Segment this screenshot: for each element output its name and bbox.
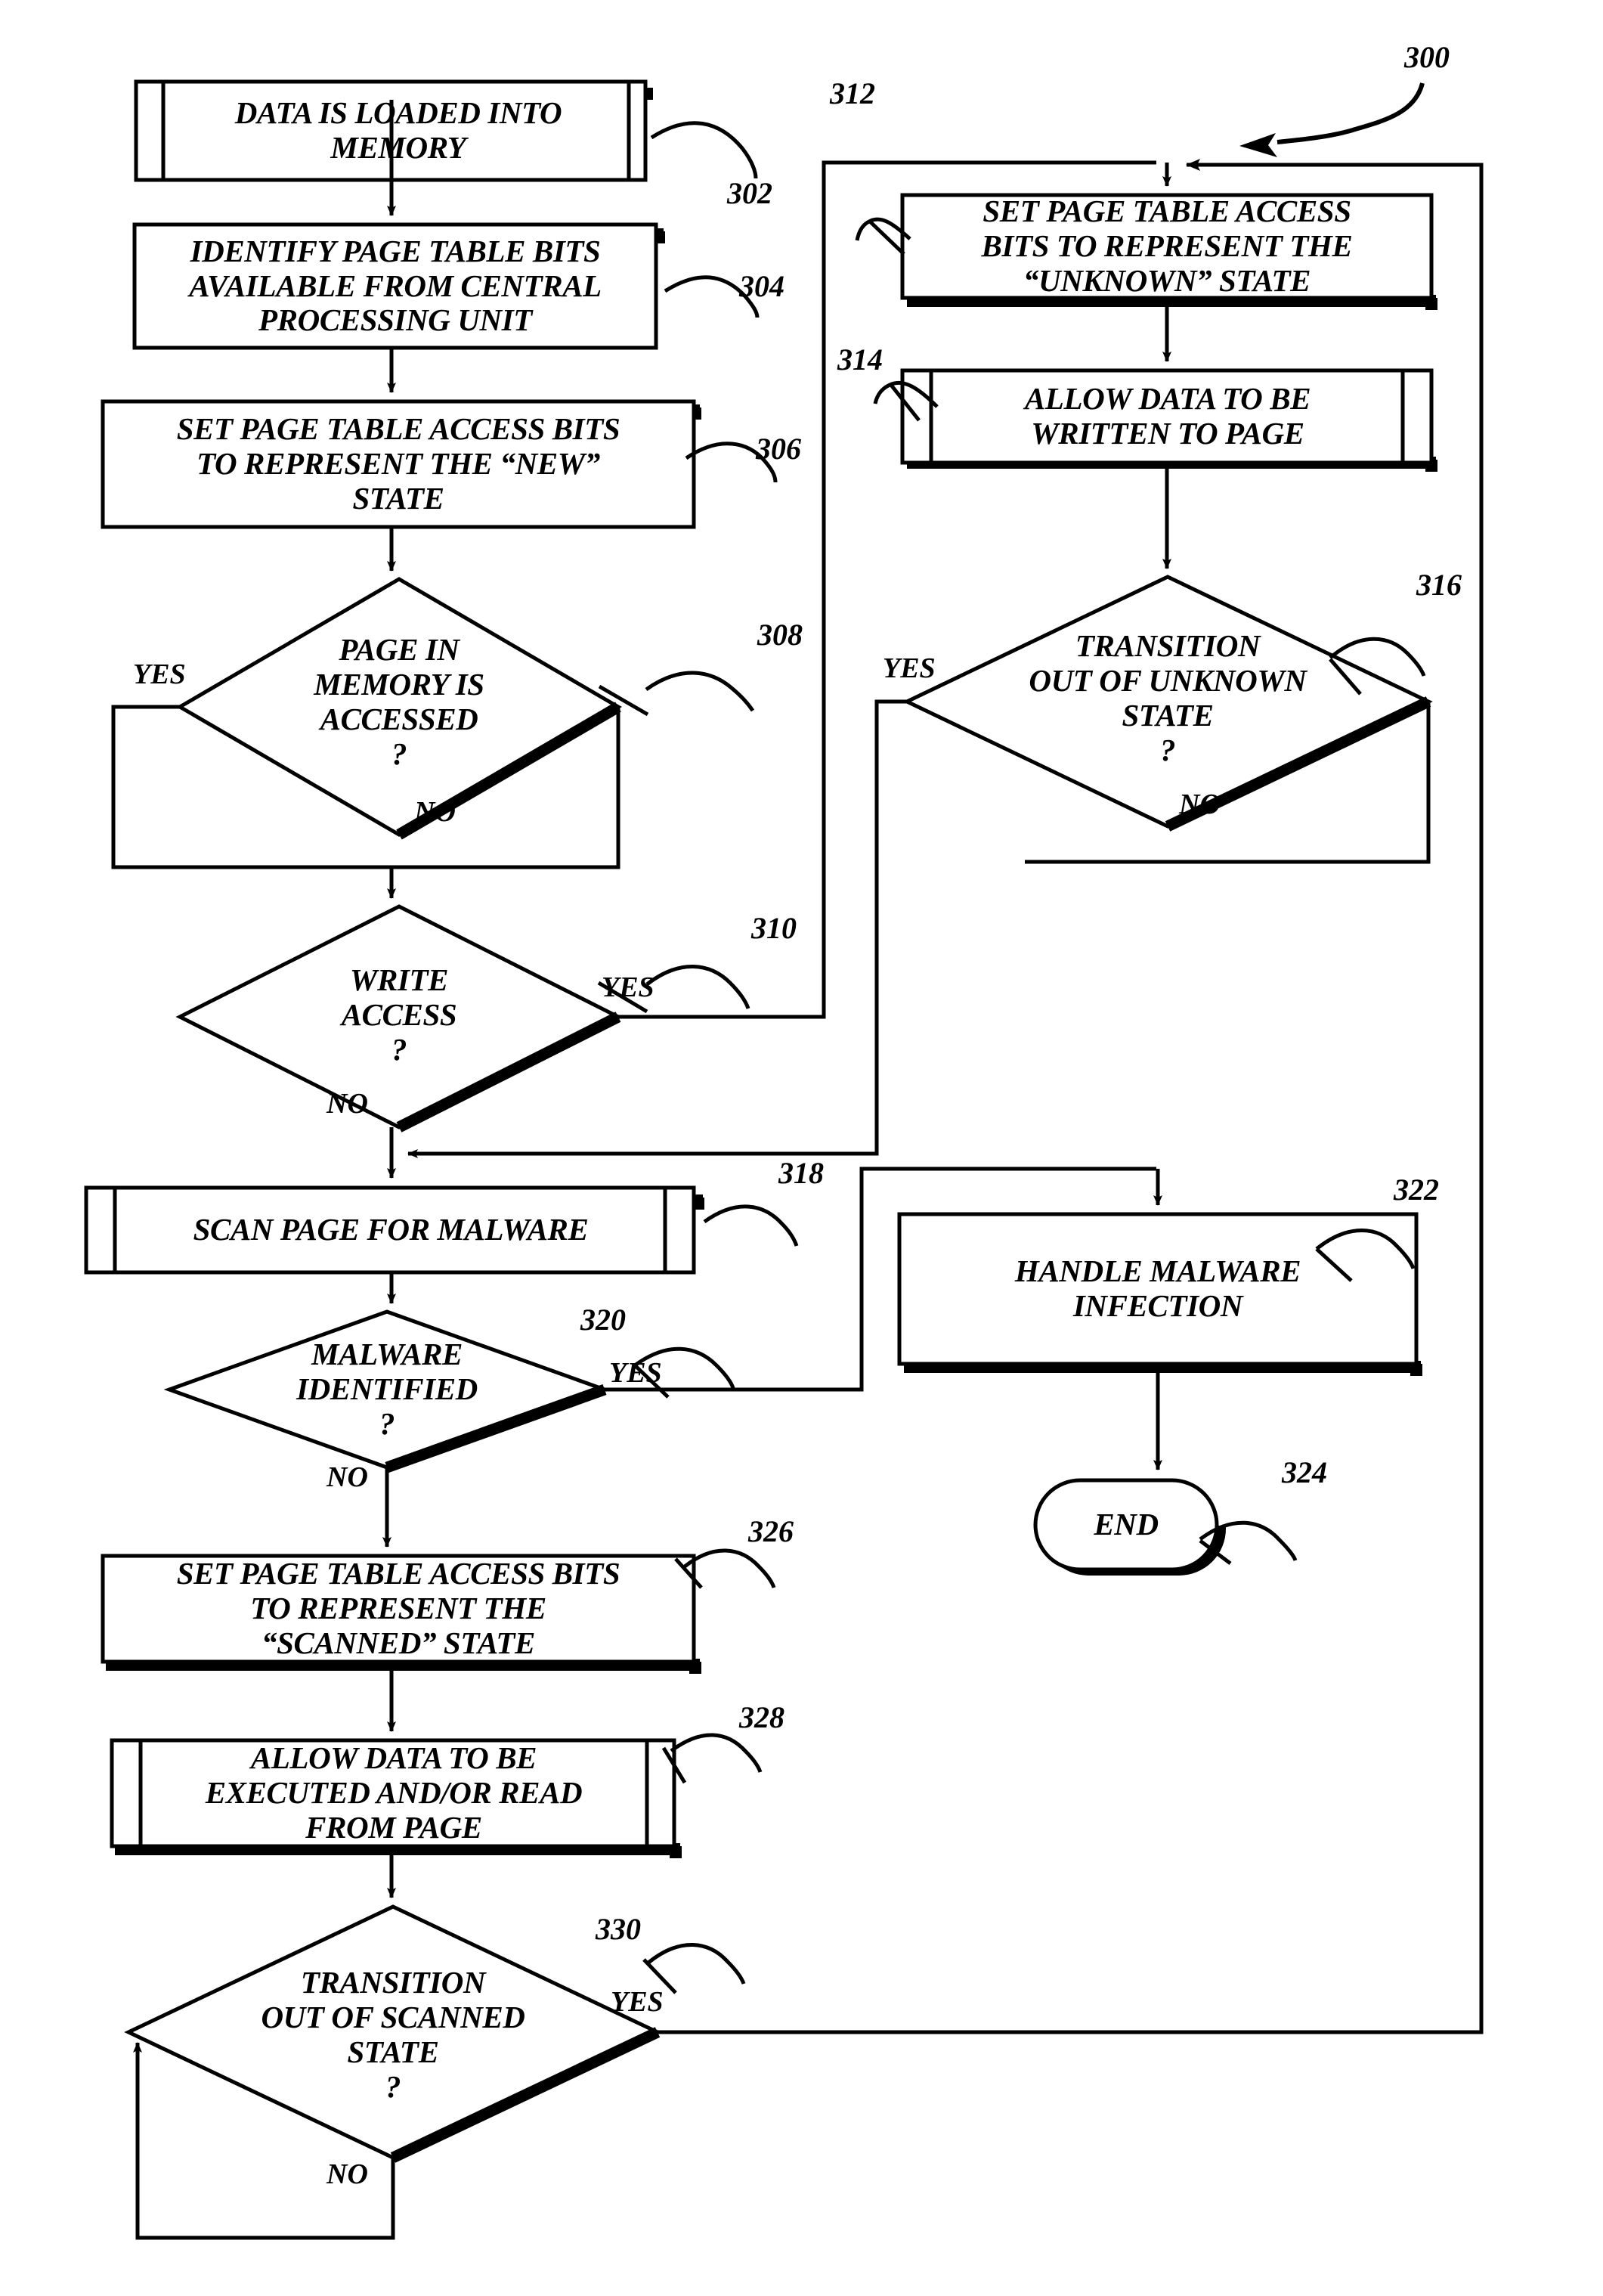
ref-numeral-320: 320	[580, 1303, 626, 1337]
figure-lead-line	[1277, 82, 1425, 144]
node-308-shape	[176, 577, 622, 840]
branch-label-316-no: NO	[1179, 789, 1221, 820]
branch-label-320-no: NO	[326, 1461, 368, 1493]
figure-lead-arrowhead	[1239, 133, 1277, 157]
ref-numeral-318: 318	[778, 1156, 824, 1190]
node-316-shape	[902, 575, 1433, 832]
ref-numeral-316: 316	[1416, 568, 1462, 602]
ref-numeral-306: 306	[756, 432, 801, 466]
branch-label-308-yes: YES	[133, 658, 186, 690]
figure-canvas: DATA IS LOADED INTO MEMORY IDENTIFY PAGE…	[0, 0, 1603, 2296]
node-328-shape	[110, 1738, 676, 1848]
node-314-shape	[900, 368, 1434, 465]
ref-numeral-310: 310	[751, 911, 797, 945]
ref-numeral-302: 302	[727, 176, 772, 210]
node-318-shape	[84, 1185, 696, 1275]
branch-label-330-no: NO	[326, 2158, 368, 2190]
ref-numeral-308: 308	[757, 618, 803, 652]
ref-numeral-330: 330	[596, 1912, 641, 1946]
node-312-shape	[900, 193, 1434, 300]
ref-numeral-326: 326	[748, 1514, 794, 1548]
node-304-shape	[132, 222, 658, 350]
ref-numeral-304: 304	[739, 269, 784, 303]
branch-label-316-yes: YES	[883, 652, 936, 684]
branch-label-308-no: NO	[414, 796, 456, 828]
node-324-shape	[1033, 1478, 1219, 1572]
ref-ticks	[597, 219, 1362, 1994]
ref-numeral-328: 328	[739, 1700, 784, 1734]
branch-label-320-yes: YES	[609, 1357, 662, 1389]
node-320-shape	[163, 1309, 611, 1473]
ref-numeral-300: 300	[1404, 40, 1450, 74]
branch-label-330-yes: YES	[611, 1986, 664, 2018]
branch-label-310-yes: YES	[602, 971, 655, 1003]
branch-label-310-no: NO	[326, 1088, 368, 1120]
node-330-shape	[124, 1904, 662, 2163]
ref-numeral-314: 314	[837, 342, 883, 376]
ref-numeral-312: 312	[830, 76, 875, 110]
ref-numeral-322: 322	[1394, 1173, 1439, 1207]
flowchart-svg	[84, 79, 1484, 2240]
node-306-shape	[101, 399, 696, 529]
node-310-shape	[175, 904, 623, 1133]
ref-numeral-324: 324	[1282, 1455, 1327, 1489]
node-326-shape	[101, 1554, 696, 1664]
